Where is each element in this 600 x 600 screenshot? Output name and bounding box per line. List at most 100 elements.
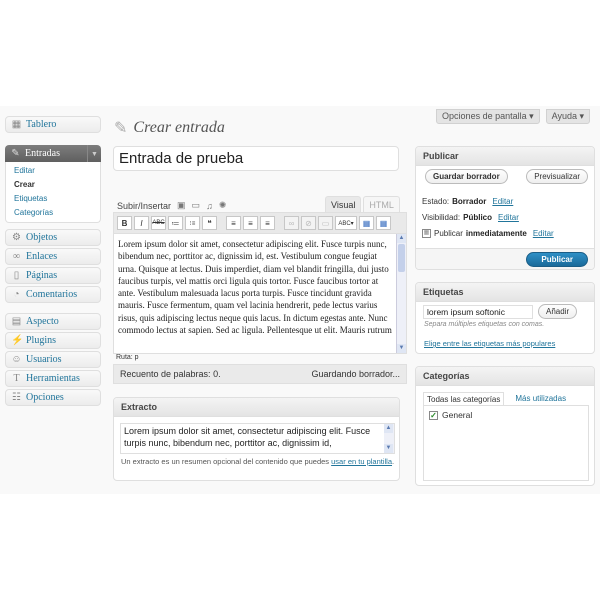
preview-button[interactable]: Previsualizar [526, 169, 588, 184]
video-icon[interactable]: ▭ [192, 200, 201, 211]
category-checkbox[interactable]: ✓ [429, 410, 438, 420]
bullet-list-button[interactable]: ≔ [168, 216, 183, 230]
tags-box: Etiquetas lorem ipsum softonic Añadir Se… [415, 282, 595, 354]
status-row: Estado: Borrador Editar [422, 197, 513, 206]
wordpress-admin: Opciones de pantalla ▾ Ayuda ▾ ▦ Tablero… [0, 106, 600, 494]
categories-title[interactable]: Categorías [416, 367, 594, 386]
submenu-item-edit[interactable]: Editar [6, 164, 100, 178]
edit-schedule-link[interactable]: Editar [533, 229, 554, 238]
publish-title[interactable]: Publicar [416, 147, 594, 166]
spellcheck-button[interactable]: ABC▾ [335, 216, 357, 230]
excerpt-help: Un extracto es un resumen opcional del c… [121, 457, 396, 467]
sidebar-item-links[interactable]: ∞ Enlaces [5, 248, 101, 265]
numbered-list-button[interactable]: ⁝≡ [185, 216, 200, 230]
excerpt-title[interactable]: Extracto [114, 398, 399, 417]
sidebar-item-pages[interactable]: ▯ Páginas [5, 267, 101, 284]
posts-menu-header[interactable]: ✎ Entradas ▼ [5, 145, 101, 162]
add-tag-button[interactable]: Añadir [538, 304, 578, 319]
tab-html[interactable]: HTML [363, 196, 400, 213]
sidebar-item-settings[interactable]: ☷ Opciones [5, 389, 101, 406]
category-label: General [442, 410, 473, 420]
editor-scrollbar[interactable]: ▲ ▼ [396, 234, 406, 353]
sidebar-item-users[interactable]: ☺ Usuarios [5, 351, 101, 368]
tab-visual[interactable]: Visual [325, 196, 362, 213]
editor-toolbar: B I ABC ≔ ⁝≡ ❝ ≡ ≡ ≡ ∞ ⊘ ▭ ABC▾ ▦ ▦ [113, 212, 407, 234]
screen-options-button[interactable]: Opciones de pantalla ▾ [436, 109, 540, 124]
excerpt-text[interactable]: Lorem ipsum dolor sit amet, consectetur … [124, 426, 370, 448]
sidebar-item-dashboard[interactable]: ▦ Tablero [5, 116, 101, 133]
sidebar-item-posts[interactable]: ✎ Entradas ▼ Editar Crear Etiquetas Cate… [5, 145, 101, 223]
scroll-down-icon[interactable]: ▼ [397, 344, 406, 353]
sidebar-item-label: Tablero [26, 119, 57, 130]
audio-icon[interactable]: ♫ [206, 201, 213, 211]
submenu-item-categories[interactable]: Categorías [6, 206, 100, 220]
scroll-down-icon[interactable]: ▼ [384, 444, 393, 453]
submenu-item-new[interactable]: Crear [6, 178, 100, 192]
categories-box: Categorías Todas las categorías Más util… [415, 366, 595, 486]
sidebar-item-label: Enlaces [26, 251, 58, 262]
publish-button[interactable]: Publicar [526, 252, 588, 267]
scroll-up-icon[interactable]: ▲ [384, 424, 393, 433]
post-content-editor[interactable]: Lorem ipsum dolor sit amet, consectetur … [113, 234, 407, 354]
sidebar-item-media[interactable]: ⚙ Objetos [5, 229, 101, 246]
list-item[interactable]: ✓ General [429, 410, 583, 420]
status-value: Borrador [452, 197, 487, 206]
sidebar-item-label: Objetos [26, 232, 58, 243]
comment-icon: ◔ [13, 289, 20, 300]
sidebar-item-comments[interactable]: ◔ Comentarios [5, 286, 101, 303]
sidebar-item-label: Comentarios [26, 289, 78, 300]
visibility-value: Público [463, 213, 492, 222]
post-content-text[interactable]: Lorem ipsum dolor sit amet, consectetur … [114, 234, 406, 336]
bold-button[interactable]: B [117, 216, 132, 230]
scroll-thumb[interactable] [398, 244, 405, 272]
save-draft-button[interactable]: Guardar borrador [425, 169, 508, 184]
blockquote-button[interactable]: ❝ [202, 216, 217, 230]
more-button[interactable]: ▭ [318, 216, 333, 230]
tags-hint: Separa múltiples etiquetas con comas. [424, 321, 545, 328]
strikethrough-button[interactable]: ABC [151, 216, 166, 230]
plugin-icon: ⚡ [11, 335, 24, 346]
sidebar-item-label: Entradas [25, 148, 60, 159]
tab-all-categories[interactable]: Todas las categorías [423, 392, 505, 406]
align-right-button[interactable]: ≡ [260, 216, 275, 230]
category-list: ✓ General [423, 405, 589, 481]
tags-title[interactable]: Etiquetas [416, 283, 594, 302]
align-left-button[interactable]: ≡ [226, 216, 241, 230]
help-button[interactable]: Ayuda ▾ [545, 109, 590, 124]
calendar-icon: ▦ [422, 229, 431, 238]
excerpt-textarea[interactable]: Lorem ipsum dolor sit amet, consectetur … [120, 423, 395, 454]
kitchen-sink-button[interactable]: ▦ [376, 216, 391, 230]
template-link[interactable]: usar en tu plantilla [331, 457, 392, 466]
popular-tags-link[interactable]: Elige entre las etiquetas más populares [424, 339, 555, 348]
link-button[interactable]: ∞ [284, 216, 299, 230]
align-center-button[interactable]: ≡ [243, 216, 258, 230]
unlink-button[interactable]: ⊘ [301, 216, 316, 230]
sidebar-item-appearance[interactable]: ▤ Aspecto [5, 313, 101, 330]
submenu-item-tags[interactable]: Etiquetas [6, 192, 100, 206]
editor-tabs: Visual HTML [323, 196, 400, 213]
status-label: Estado: [422, 197, 450, 206]
category-tabs: Todas las categorías Más utilizadas [423, 392, 569, 406]
post-title-input[interactable]: Entrada de prueba [113, 146, 399, 171]
edit-status-link[interactable]: Editar [492, 197, 513, 206]
sidebar-item-label: Plugins [26, 335, 57, 346]
media-icon[interactable]: ✺ [219, 200, 227, 211]
sidebar-item-tools[interactable]: T Herramientas [5, 370, 101, 387]
chevron-down-icon[interactable]: ▼ [87, 145, 101, 162]
sidebar-item-plugins[interactable]: ⚡ Plugins [5, 332, 101, 349]
page-icon: ▯ [13, 270, 20, 281]
link-icon: ∞ [12, 251, 21, 262]
italic-button[interactable]: I [134, 216, 149, 230]
scroll-up-icon[interactable]: ▲ [397, 234, 406, 243]
edit-visibility-link[interactable]: Editar [498, 213, 519, 222]
fullscreen-button[interactable]: ▦ [359, 216, 374, 230]
editor-path: Ruta: p [116, 354, 139, 361]
image-icon[interactable]: ▣ [177, 200, 186, 211]
schedule-value: inmediatamente [465, 229, 527, 238]
tab-most-used[interactable]: Más utilizadas [512, 392, 569, 406]
excerpt-scrollbar[interactable]: ▲ ▼ [384, 424, 394, 453]
page-title: ✎ Crear entrada [114, 118, 225, 138]
pushpin-icon: ✎ [114, 120, 128, 137]
tags-input[interactable]: lorem ipsum softonic [423, 305, 533, 319]
page-title-text: Crear entrada [133, 119, 225, 136]
